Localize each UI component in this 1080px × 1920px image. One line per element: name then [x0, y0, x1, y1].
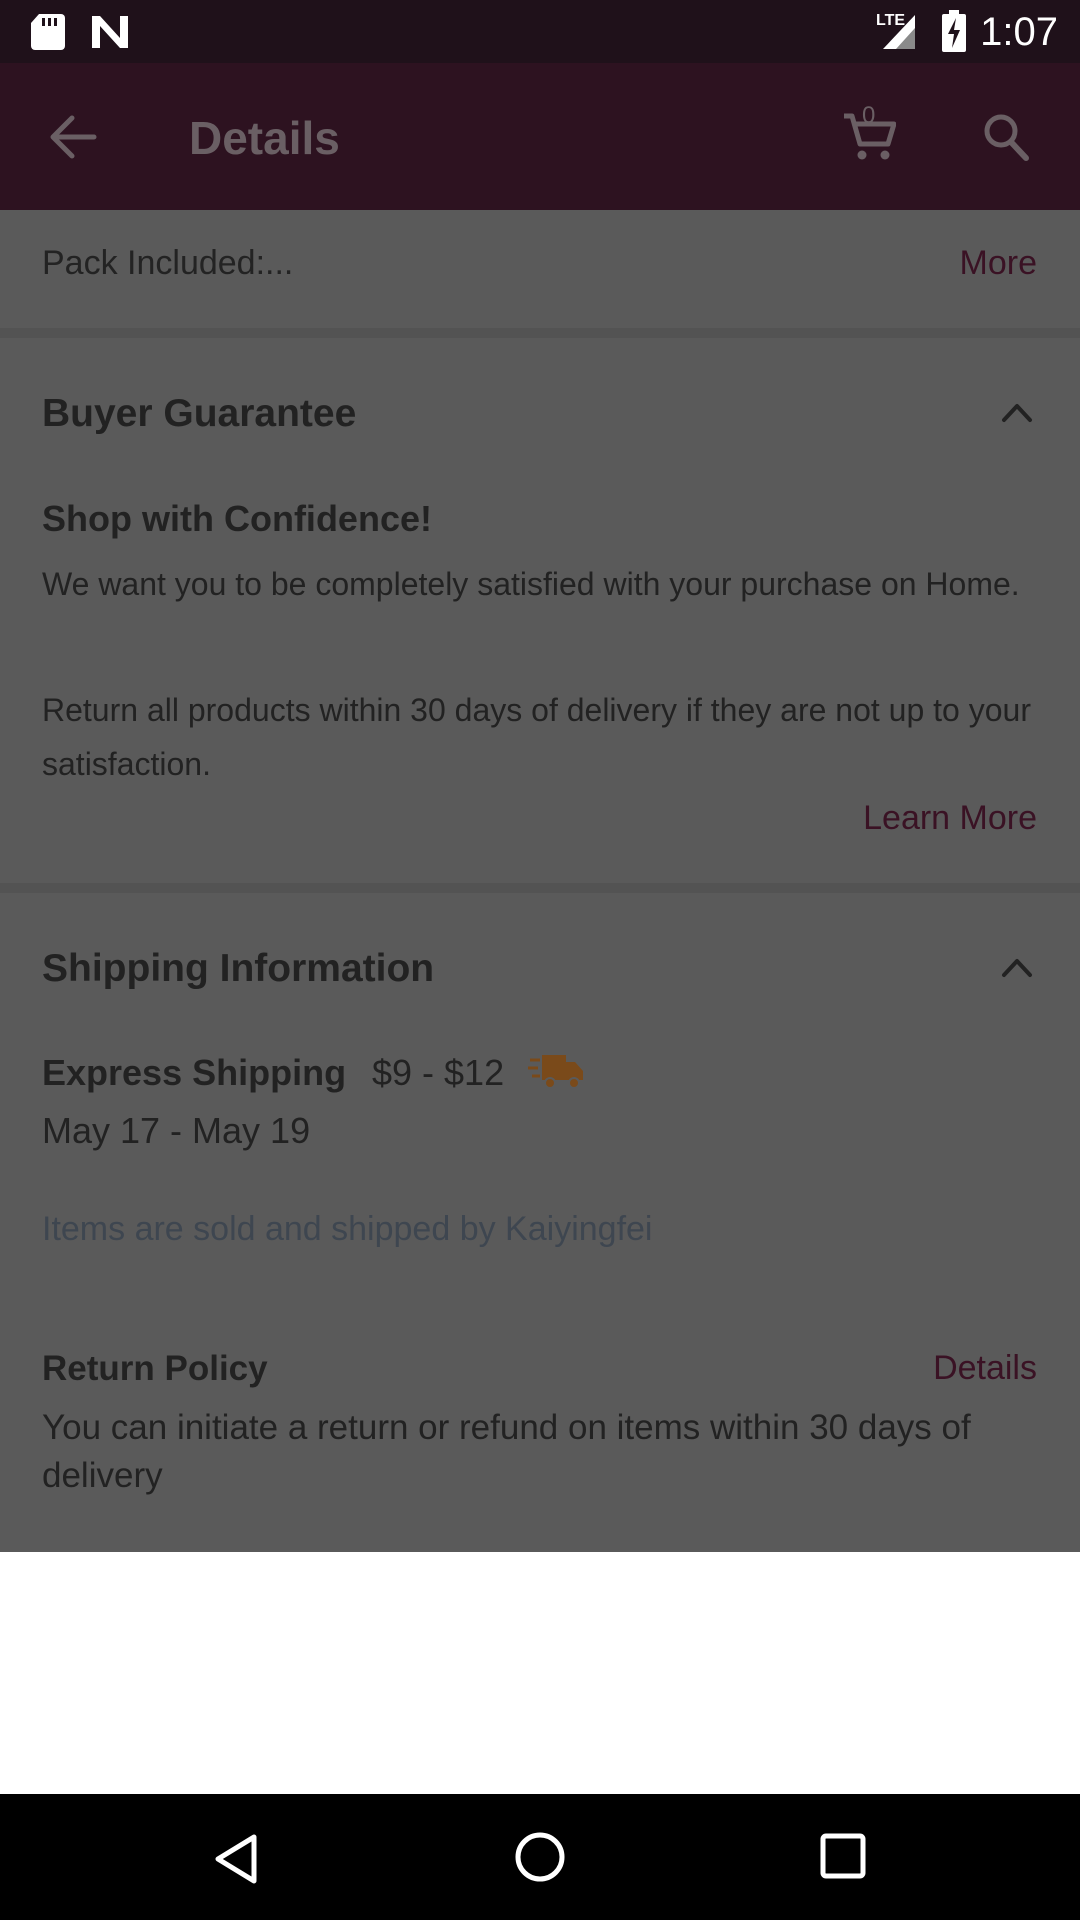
- chevron-up-icon[interactable]: [1000, 400, 1034, 424]
- learn-more-link[interactable]: Learn More: [863, 796, 1037, 840]
- delivery-dates: May 17 - May 19: [42, 1110, 311, 1151]
- n-notification-icon: [92, 16, 128, 48]
- delivery-truck-icon: [528, 1055, 583, 1089]
- page-title: Details: [189, 112, 340, 164]
- battery-charging-icon: [942, 10, 966, 52]
- shop-with-confidence-subheading: Shop with Confidence!: [42, 498, 432, 539]
- pack-included-text: Pack Included:...: [42, 244, 294, 282]
- empty-area: [0, 1552, 1080, 1794]
- return-policy-text: You can initiate a return or refund on i…: [42, 1408, 971, 1495]
- section-divider: [0, 328, 1080, 338]
- sd-card-icon: [31, 14, 65, 50]
- guarantee-paragraph-1: We want you to be completely satisfied w…: [42, 566, 1020, 602]
- cart-count-badge: 0: [862, 102, 876, 129]
- search-icon[interactable]: [982, 112, 1030, 162]
- buyer-guarantee-heading: Buyer Guarantee: [42, 392, 357, 435]
- app-bar: [0, 63, 1080, 210]
- sold-by-text: Items are sold and shipped by Kaiyingfei: [42, 1210, 653, 1248]
- shipping-information-heading: Shipping Information: [42, 947, 435, 990]
- return-policy-heading: Return Policy: [42, 1349, 268, 1388]
- section-divider: [0, 883, 1080, 893]
- back-arrow-icon[interactable]: [48, 114, 98, 160]
- more-link[interactable]: More: [960, 241, 1037, 285]
- nav-back-icon[interactable]: [212, 1833, 260, 1885]
- guarantee-paragraph-2: Return all products within 30 days of de…: [42, 692, 1031, 782]
- nav-recents-icon[interactable]: [820, 1833, 866, 1879]
- chevron-up-icon[interactable]: [1000, 955, 1034, 979]
- shipping-price: $9 - $12: [372, 1052, 505, 1093]
- signal-icon: [883, 15, 915, 49]
- express-shipping-label: Express Shipping: [42, 1052, 347, 1093]
- nav-home-icon[interactable]: [514, 1831, 566, 1883]
- return-policy-details-link[interactable]: Details: [933, 1346, 1037, 1390]
- status-bar: LTE 1:07: [0, 0, 1080, 63]
- status-time: 1:07: [980, 10, 1058, 54]
